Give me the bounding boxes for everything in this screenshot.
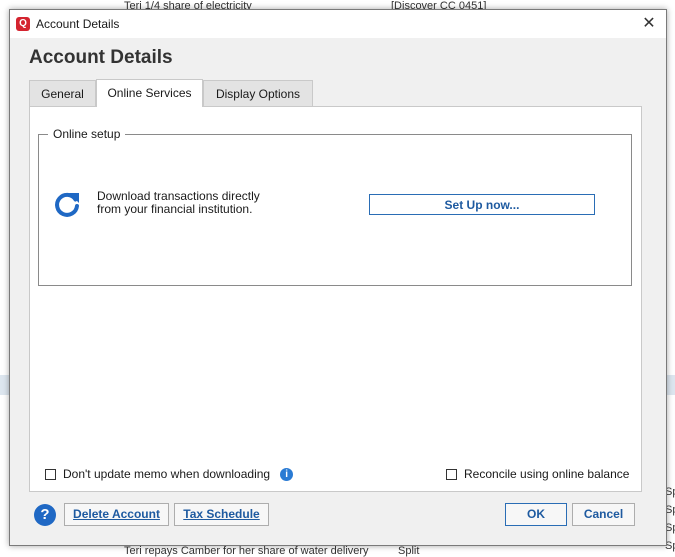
dont-update-memo-option[interactable]: Don't update memo when downloading i — [45, 467, 294, 481]
online-setup-legend: Online setup — [48, 127, 126, 141]
online-services-panel: Online setup Download transactions direc… — [29, 106, 642, 492]
tab-general[interactable]: General — [29, 80, 96, 106]
cancel-button[interactable]: Cancel — [572, 503, 635, 526]
reconcile-online-label: Reconcile using online balance — [464, 467, 630, 481]
tax-schedule-button[interactable]: Tax Schedule — [174, 503, 269, 526]
background-row-category: Split — [398, 545, 420, 557]
tab-online-services[interactable]: Online Services — [96, 79, 203, 107]
reconcile-online-checkbox[interactable] — [446, 468, 457, 480]
refresh-icon — [55, 192, 79, 217]
info-icon[interactable]: i — [280, 467, 294, 481]
help-icon[interactable]: ? — [34, 504, 56, 526]
tab-display-options[interactable]: Display Options — [203, 80, 313, 106]
background-row-desc: Teri repays Camber for her share of wate… — [124, 545, 369, 557]
ok-button[interactable]: OK — [505, 503, 567, 526]
title-bar: Q Account Details ✕ — [10, 10, 666, 38]
delete-account-button[interactable]: Delete Account — [64, 503, 169, 526]
set-up-now-button[interactable]: Set Up now... — [369, 194, 595, 215]
window-title: Account Details — [36, 17, 120, 31]
online-setup-group: Online setup Download transactions direc… — [38, 127, 632, 286]
online-setup-description: Download transactions directly from your… — [97, 189, 260, 216]
quicken-logo-icon: Q — [16, 17, 30, 31]
close-icon[interactable]: ✕ — [632, 10, 666, 38]
dont-update-memo-label: Don't update memo when downloading — [63, 467, 271, 481]
page-title: Account Details — [29, 47, 173, 68]
reconcile-online-option[interactable]: Reconcile using online balance — [446, 467, 629, 481]
dont-update-memo-checkbox[interactable] — [45, 468, 56, 480]
account-details-dialog: Q Account Details ✕ Account Details Gene… — [9, 9, 667, 546]
